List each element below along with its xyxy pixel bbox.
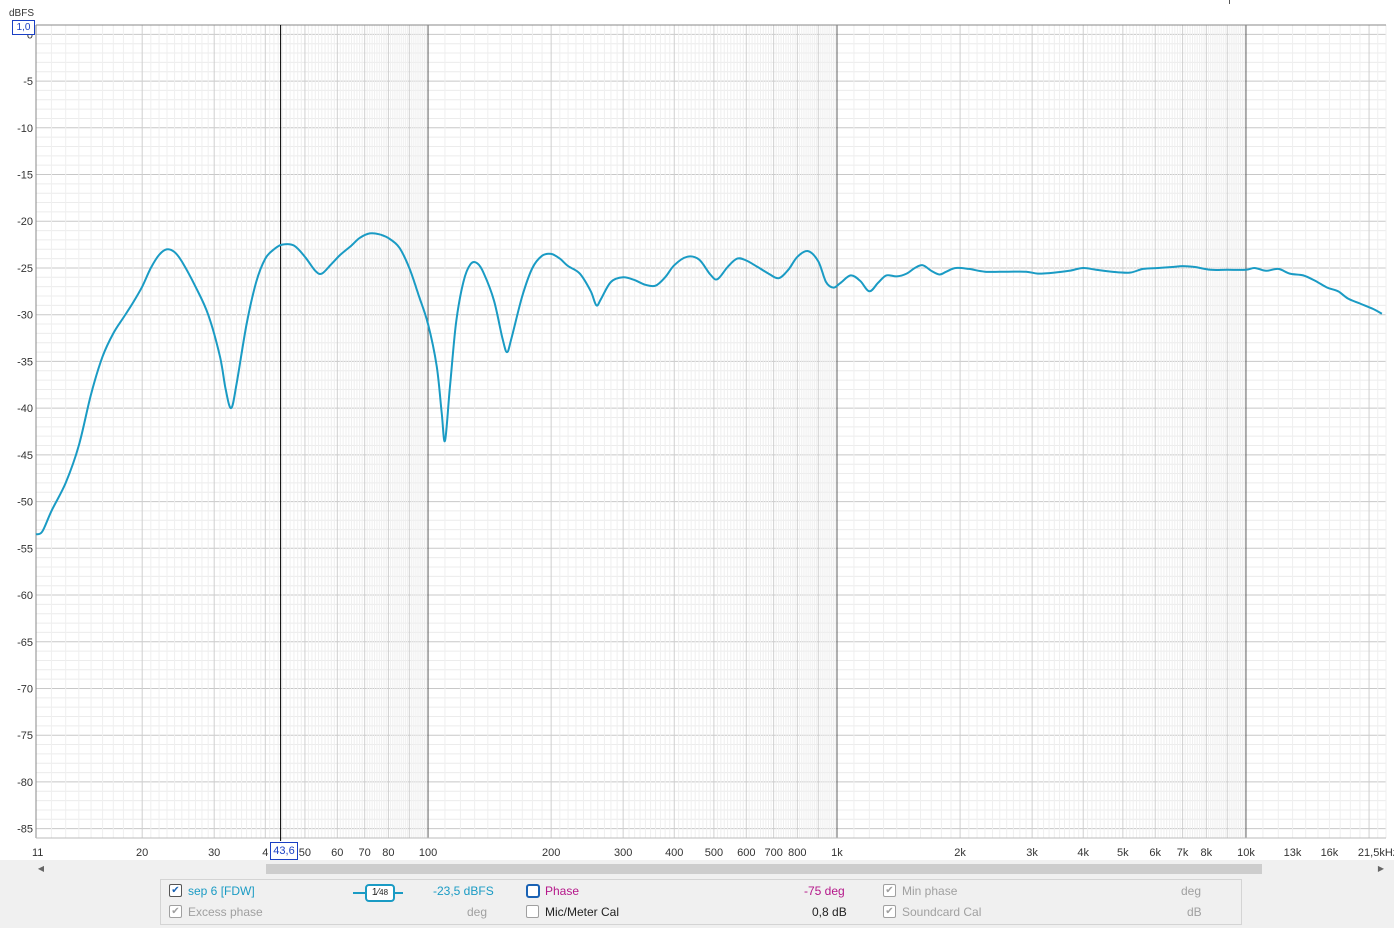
x-tick-label: 21,5kHz (1358, 847, 1394, 859)
smoothing-fraction: 1⁄48 (365, 884, 395, 902)
x-tick-label: 1k (831, 847, 843, 859)
y-tick-label: -85 (17, 824, 33, 836)
x-tick-label: 700 (764, 847, 782, 859)
min-phase-unit: deg (1181, 884, 1202, 898)
y-tick-label: -30 (17, 310, 33, 322)
scroll-left-arrow-icon[interactable]: ◀ (36, 863, 46, 875)
y-tick-label: -80 (17, 777, 33, 789)
smoothing-denominator: 48 (379, 888, 389, 897)
x-tick-label: 16k (1321, 847, 1339, 859)
x-tick-label: 13k (1284, 847, 1302, 859)
soundcard-cal-checkbox[interactable]: ✔ (883, 905, 896, 918)
smoothing-numerator: 1 (371, 887, 378, 898)
x-tick-label: 200 (542, 847, 560, 859)
phase-checkbox[interactable] (526, 884, 540, 898)
y-tick-label: -45 (17, 450, 33, 462)
measurement-checkbox[interactable]: ✔ (169, 884, 182, 897)
mic-cal-value: 0,8 dB (812, 905, 847, 919)
y-tick-label: -35 (17, 356, 33, 368)
phase-value: -75 deg (804, 884, 845, 898)
measurement-name: sep 6 [FDW] (188, 884, 255, 898)
x-tick-label: 10k (1237, 847, 1255, 859)
x-tick-label: 100 (419, 847, 437, 859)
x-tick-label: 300 (614, 847, 632, 859)
x-tick-label: 2k (954, 847, 966, 859)
frequency-response-chart[interactable]: 0-5-10-15-20-25-30-35-40-45-50-55-60-65-… (0, 0, 1394, 860)
y-tick-label: -5 (23, 76, 33, 88)
scroll-thumb[interactable] (266, 864, 1262, 874)
x-tick-label: 4 (262, 847, 268, 859)
y-tick-label: -50 (17, 497, 33, 509)
x-tick-label: 400 (665, 847, 683, 859)
excess-phase-checkbox[interactable]: ✔ (169, 905, 182, 918)
y-tick-label: -70 (17, 683, 33, 695)
y-tick-label: -65 (17, 637, 33, 649)
min-phase-checkbox[interactable]: ✔ (883, 884, 896, 897)
measurement-value: -23,5 dBFS (433, 884, 494, 898)
cursor-frequency-box[interactable]: 43,6 (270, 842, 298, 860)
horizontal-scrollbar[interactable]: ◀ ▶ (36, 863, 1386, 875)
y-tick-label: -40 (17, 403, 33, 415)
y-tick-label: -55 (17, 543, 33, 555)
x-tick-label: 800 (788, 847, 806, 859)
x-tick-label: 11 (32, 847, 43, 859)
top-right-mark (1229, 0, 1230, 4)
y-tick-label: -25 (17, 263, 33, 275)
x-tick-label: 3k (1026, 847, 1038, 859)
x-tick-label: 4k (1077, 847, 1089, 859)
x-tick-label: 500 (705, 847, 723, 859)
y-tick-label: -15 (17, 170, 33, 182)
x-tick-label: 6k (1149, 847, 1161, 859)
y-tick-label: -75 (17, 730, 33, 742)
x-tick-label: 80 (382, 847, 394, 859)
x-tick-label: 70 (359, 847, 371, 859)
x-tick-label: 8k (1201, 847, 1213, 859)
soundcard-cal-label: Soundcard Cal (902, 905, 982, 919)
x-tick-label: 600 (737, 847, 755, 859)
plot-area[interactable]: 0 -5 -10 -15 -20 -25 -30 -35 -40 -45 -50 -55 -60 -65-… (0, 0, 1394, 860)
soundcard-cal-unit: dB (1187, 905, 1202, 919)
excess-phase-label: Excess phase (188, 905, 263, 919)
y-tick-label: -60 (17, 590, 33, 602)
x-tick-label: 20 (136, 847, 148, 859)
x-tick-label: 60 (331, 847, 343, 859)
mic-cal-label: Mic/Meter Cal (545, 905, 620, 919)
mic-cal-checkbox[interactable] (526, 905, 539, 918)
x-tick-label: 50 (299, 847, 311, 859)
scroll-right-arrow-icon[interactable]: ▶ (1376, 863, 1386, 875)
phase-label: Phase (545, 884, 580, 898)
y-axis-top-value-box[interactable]: 1,0 (12, 20, 35, 35)
y-tick-label: -20 (17, 216, 33, 228)
y-tick-label: -10 (17, 123, 33, 135)
min-phase-label: Min phase (902, 884, 958, 898)
y-axis-unit: dBFS (9, 8, 35, 19)
x-tick-label: 30 (208, 847, 220, 859)
excess-phase-unit: deg (467, 905, 488, 919)
legend-panel: ✔ sep 6 [FDW] 1⁄48 -23,5 dBFS Phase -75 … (160, 879, 1242, 925)
smoothing-button[interactable]: 1⁄48 (353, 884, 403, 902)
x-tick-label: 5k (1117, 847, 1129, 859)
x-tick-label: 7k (1177, 847, 1189, 859)
